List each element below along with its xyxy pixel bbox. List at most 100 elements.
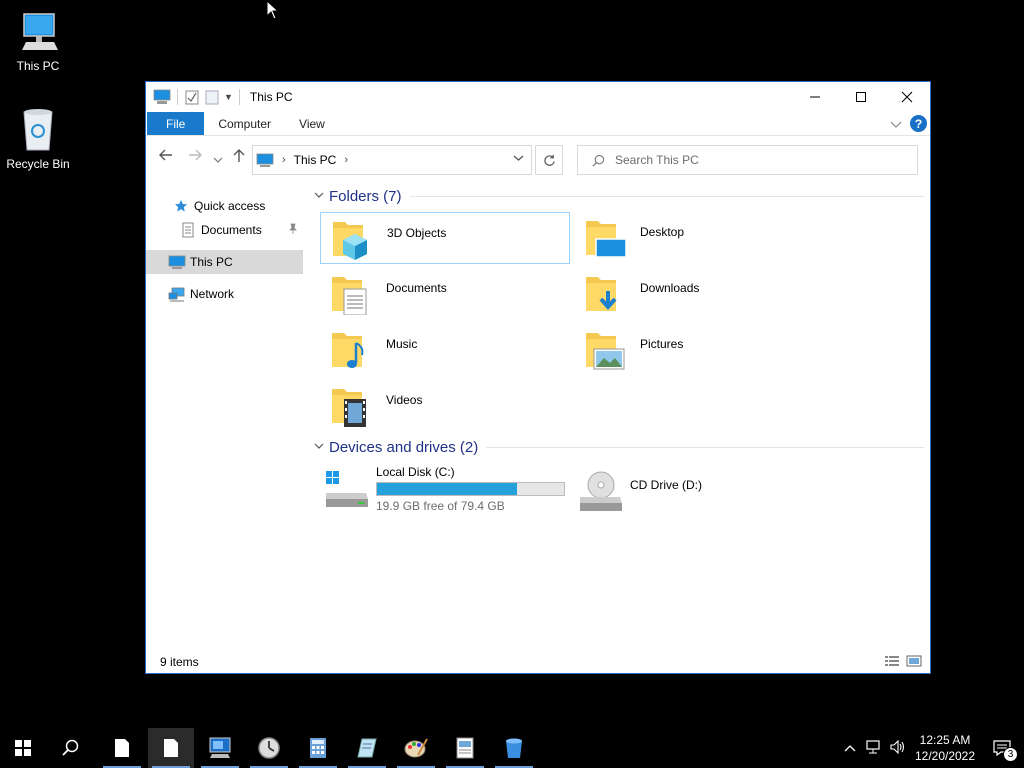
tab-computer[interactable]: Computer bbox=[204, 112, 285, 135]
desktop-folder-icon bbox=[586, 221, 627, 258]
cd-drive-icon bbox=[580, 471, 622, 511]
help-icon[interactable]: ? bbox=[910, 115, 927, 132]
folder-desktop[interactable]: Desktop bbox=[574, 212, 824, 264]
divider bbox=[409, 196, 924, 197]
close-button[interactable] bbox=[884, 82, 930, 112]
clock[interactable]: 12:25 AM 12/20/2022 bbox=[910, 732, 980, 764]
desktop-icon-this-pc[interactable]: This PC bbox=[0, 10, 76, 73]
file-icon bbox=[115, 739, 129, 757]
details-view-icon[interactable] bbox=[884, 655, 900, 667]
explorer-window: ▼ This PC File Computer View ? › This PC… bbox=[145, 81, 931, 674]
folder-name: Videos bbox=[386, 393, 423, 407]
taskbar-app-recycle-bin[interactable] bbox=[491, 728, 537, 768]
address-bar[interactable]: › This PC › bbox=[252, 145, 532, 175]
folder-music[interactable]: Music bbox=[320, 324, 570, 376]
network-status-button[interactable] bbox=[866, 739, 882, 757]
folder-downloads[interactable]: Downloads bbox=[574, 268, 824, 320]
volume-button[interactable] bbox=[890, 739, 906, 757]
search-box[interactable] bbox=[577, 145, 918, 175]
group-header-devices[interactable]: Devices and drives (2) bbox=[312, 439, 924, 456]
nav-item-this-pc[interactable]: This PC bbox=[146, 250, 303, 274]
large-icons-view-icon[interactable] bbox=[906, 655, 922, 667]
drive-free-space: 19.9 GB free of 79.4 GB bbox=[376, 499, 505, 513]
videos-folder-icon bbox=[332, 389, 366, 427]
drive-cd-d[interactable]: CD Drive (D:) bbox=[578, 465, 702, 515]
taskbar-app-calculator[interactable] bbox=[295, 728, 341, 768]
qat-dropdown-icon[interactable]: ▼ bbox=[224, 92, 233, 102]
desktop-icon-recycle-bin[interactable]: Recycle Bin bbox=[0, 106, 76, 171]
address-dropdown-button[interactable] bbox=[513, 153, 524, 165]
folder-name: Pictures bbox=[640, 337, 684, 351]
computer-icon bbox=[168, 255, 186, 270]
minimize-button[interactable] bbox=[792, 82, 838, 112]
breadcrumb-this-pc[interactable]: This PC bbox=[294, 153, 337, 167]
up-button[interactable] bbox=[232, 148, 246, 168]
pictures-folder-icon bbox=[586, 333, 625, 370]
folder-name: Documents bbox=[386, 281, 447, 295]
nav-item-network[interactable]: Network bbox=[146, 282, 303, 306]
taskbar-app-notes[interactable] bbox=[344, 728, 390, 768]
taskbar-app-paint[interactable] bbox=[393, 728, 439, 768]
close-icon bbox=[901, 91, 913, 103]
refresh-button[interactable] bbox=[535, 145, 563, 175]
taskbar-search-button[interactable] bbox=[48, 728, 94, 768]
properties-icon[interactable] bbox=[184, 89, 200, 105]
collapse-icon bbox=[314, 442, 324, 453]
nav-item-documents[interactable]: Documents bbox=[146, 218, 303, 242]
recent-locations-button[interactable] bbox=[213, 151, 223, 168]
documents-folder-icon bbox=[332, 277, 367, 315]
tab-view[interactable]: View bbox=[285, 112, 339, 135]
group-header-folders[interactable]: Folders (7) bbox=[312, 188, 924, 205]
quick-access-toolbar: ▼ bbox=[146, 89, 242, 105]
taskbar-app-remote-desktop[interactable] bbox=[197, 728, 243, 768]
view-toggle bbox=[884, 655, 922, 667]
taskbar-app-clock[interactable] bbox=[246, 728, 292, 768]
show-hidden-icons-button[interactable] bbox=[844, 741, 856, 755]
folder-documents[interactable]: Documents bbox=[320, 268, 570, 320]
folder-3d-objects[interactable]: 3D Objects bbox=[320, 212, 570, 264]
hard-drive-icon bbox=[326, 471, 368, 507]
back-button[interactable] bbox=[158, 148, 174, 166]
status-bar-item-count: 9 items bbox=[160, 655, 199, 669]
document-icon bbox=[456, 737, 474, 759]
3d-objects-folder-icon bbox=[333, 222, 367, 260]
taskbar-app-wordpad[interactable] bbox=[442, 728, 488, 768]
taskbar-app-notepad-1[interactable] bbox=[99, 728, 145, 768]
arrow-up-icon bbox=[233, 149, 245, 162]
notes-icon bbox=[357, 738, 377, 758]
breadcrumb-separator[interactable]: › bbox=[282, 154, 286, 166]
clock-time: 12:25 AM bbox=[919, 733, 971, 747]
chevron-down-icon bbox=[513, 155, 524, 161]
forward-button[interactable] bbox=[187, 148, 203, 166]
divider bbox=[238, 89, 240, 105]
tab-file[interactable]: File bbox=[147, 112, 205, 135]
nav-item-label: Quick access bbox=[194, 199, 266, 213]
drive-name: CD Drive (D:) bbox=[630, 478, 702, 492]
breadcrumb-separator[interactable]: › bbox=[344, 154, 348, 166]
expand-ribbon-icon[interactable] bbox=[890, 119, 902, 129]
paint-palette-icon bbox=[404, 738, 428, 758]
pin-icon[interactable] bbox=[287, 223, 299, 238]
start-button[interactable] bbox=[0, 728, 46, 768]
folder-pictures[interactable]: Pictures bbox=[574, 324, 824, 376]
new-folder-icon[interactable] bbox=[204, 89, 220, 105]
nav-item-quick-access[interactable]: Quick access bbox=[146, 194, 303, 218]
title-bar[interactable]: ▼ This PC bbox=[146, 82, 930, 112]
computer-icon bbox=[153, 89, 171, 104]
navigation-bar: › This PC › bbox=[146, 136, 930, 178]
taskbar: 12:25 AM 12/20/2022 3 bbox=[0, 728, 1024, 768]
search-input[interactable] bbox=[615, 153, 895, 167]
drive-local-disk-c[interactable]: Local Disk (C:) 19.9 GB free of 79.4 GB bbox=[324, 465, 565, 515]
system-tray: 12:25 AM 12/20/2022 3 bbox=[844, 728, 1024, 768]
music-folder-icon bbox=[332, 333, 364, 368]
notification-count-badge: 3 bbox=[1003, 747, 1018, 762]
notifications-button[interactable]: 3 bbox=[980, 728, 1024, 768]
maximize-button[interactable] bbox=[838, 82, 884, 112]
collapse-icon bbox=[314, 191, 324, 202]
divider bbox=[486, 447, 924, 448]
taskbar-app-notepad-2[interactable] bbox=[148, 728, 194, 768]
folder-name: Desktop bbox=[640, 225, 685, 239]
windows-logo-icon bbox=[15, 740, 31, 756]
chevron-up-icon bbox=[844, 745, 856, 752]
folder-videos[interactable]: Videos bbox=[320, 380, 570, 432]
